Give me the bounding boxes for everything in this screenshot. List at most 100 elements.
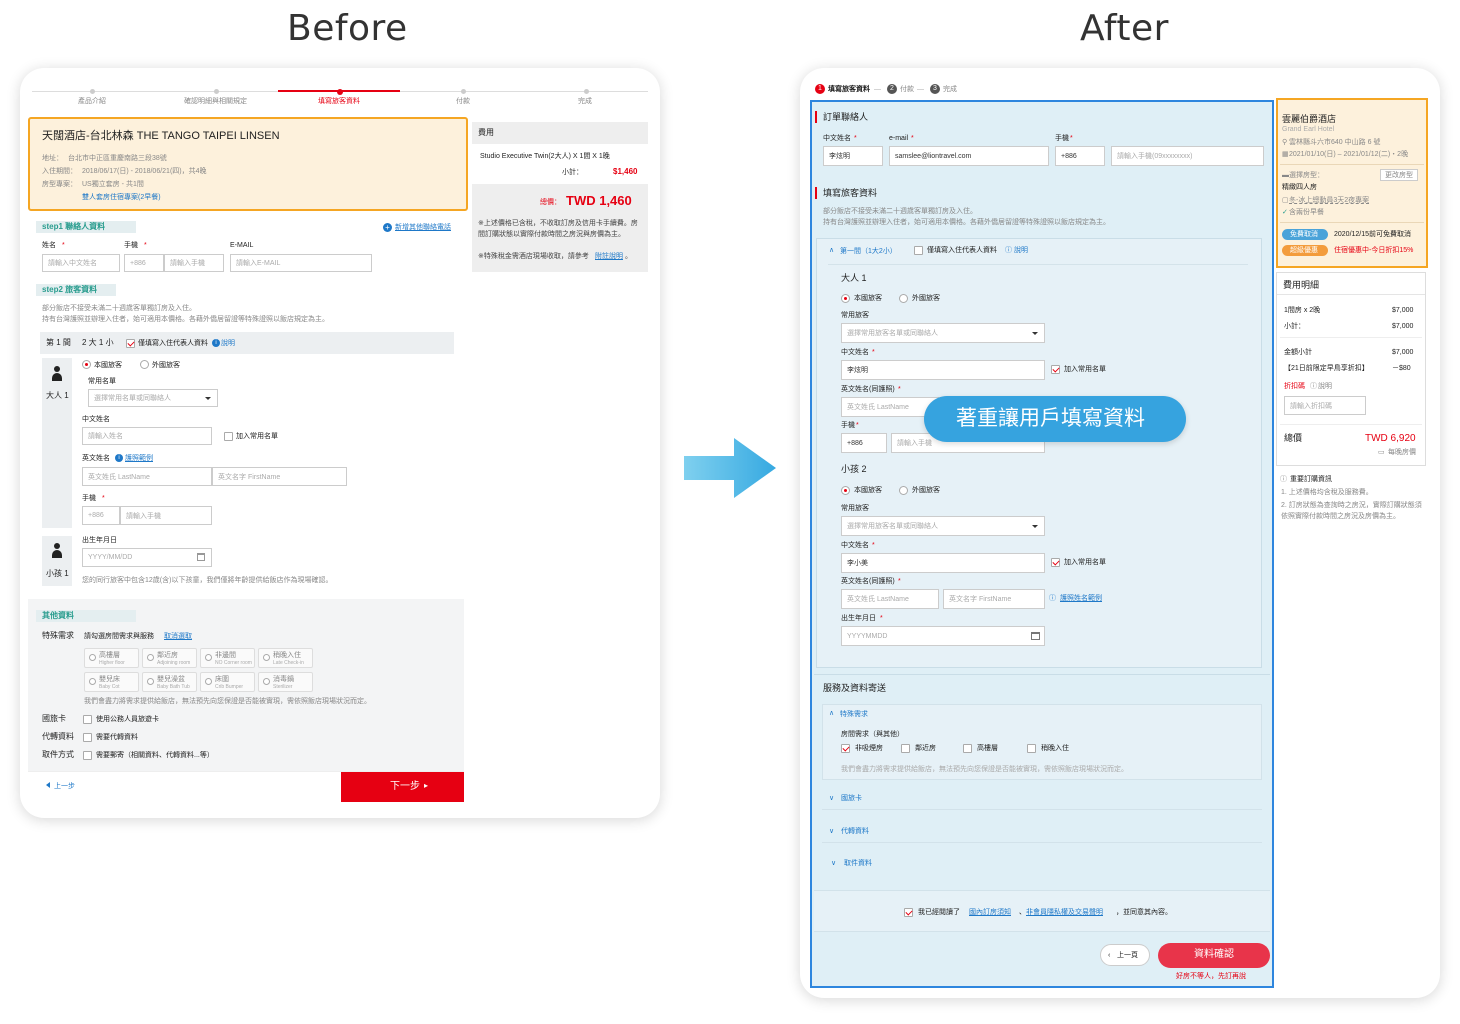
calendar-icon[interactable]	[197, 553, 205, 561]
after-adult-local-radio[interactable]	[841, 294, 850, 303]
special-option-tag[interactable]: 高樓層 Higher floor	[84, 648, 139, 668]
common-list-select[interactable]: 選擇常用名單或同聯絡人	[88, 389, 218, 407]
card-expand-icon[interactable]: ∨	[829, 795, 834, 802]
rep-explain-link[interactable]: 說明	[221, 340, 235, 347]
booking-notice-link[interactable]: 國內訂房須知	[969, 909, 1011, 916]
special-option-tag[interactable]: 嬰兒床 Baby Cot	[84, 672, 139, 692]
foreign-radio[interactable]	[140, 360, 149, 369]
special-option-radio[interactable]	[89, 654, 96, 661]
after-adult-common-select[interactable]: 選擇常用旅客名單或同聯絡人	[841, 323, 1045, 343]
step-pay[interactable]: 付款	[456, 98, 470, 105]
contact-code-input[interactable]: +886	[1055, 146, 1105, 166]
contact-phone-code[interactable]: +886	[124, 254, 164, 272]
special-option-radio[interactable]	[205, 654, 212, 661]
after-child-common-select[interactable]: 選擇常用旅客名單或同聯絡人	[841, 516, 1045, 536]
step-traveler[interactable]: 填寫旅客資料	[318, 98, 360, 105]
adult-phone-code[interactable]: +886	[82, 506, 120, 525]
info-icon[interactable]: i	[212, 339, 220, 347]
card-section[interactable]: 國旅卡	[841, 795, 862, 802]
room-collapse-icon[interactable]: ∧	[829, 247, 834, 254]
after-child-lastname-input[interactable]: 英文姓氏 LastName	[841, 589, 939, 609]
add-common-checkbox[interactable]	[224, 432, 233, 441]
focus-badge-text: 著重讓用戶填寫資料	[956, 406, 1145, 430]
special-option-radio[interactable]	[147, 678, 154, 685]
after-child-birth-input[interactable]: YYYYMMDD	[841, 626, 1045, 646]
after-step-pay[interactable]: 付款	[900, 86, 914, 93]
pickup-checkbox[interactable]	[83, 751, 92, 760]
after-child-foreign-radio[interactable]	[899, 486, 908, 495]
add-contact-phone-link[interactable]: 新增其他聯絡電話	[395, 224, 451, 231]
after-adult-foreign-radio[interactable]	[899, 294, 908, 303]
agree-checkbox[interactable]	[904, 908, 913, 917]
contact-name-input[interactable]: 請輸入中文姓名	[42, 254, 120, 272]
after-step-done[interactable]: 完成	[943, 86, 957, 93]
special-collapse-icon[interactable]: ∧	[829, 710, 834, 717]
adult-cn-name-input[interactable]: 請輸入姓名	[82, 427, 212, 445]
info-icon[interactable]: i	[115, 454, 123, 462]
pickup-section[interactable]: 取件資料	[844, 860, 872, 867]
promo-input[interactable]: 請輸入折扣碼	[1284, 396, 1366, 415]
privacy-link[interactable]: 非會員隱私權及交易聲明	[1026, 909, 1103, 916]
agent-expand-icon[interactable]: ∨	[829, 828, 834, 835]
special-title[interactable]: 特殊需求	[840, 711, 868, 718]
passport-name-example-link[interactable]: 護照姓名範例	[1060, 595, 1102, 602]
adult-phone-input[interactable]: 請輸入手機	[120, 506, 212, 525]
service-option-checkbox[interactable]	[841, 744, 850, 753]
after-rep-checkbox[interactable]	[914, 246, 923, 255]
after-adult-cn-input[interactable]: 李炫明	[841, 360, 1045, 380]
rep-only-checkbox[interactable]	[126, 339, 135, 348]
service-option-checkbox[interactable]	[901, 744, 910, 753]
prev-step-link[interactable]: 上一步	[54, 783, 75, 790]
plan-link[interactable]: 雙人套房住宿專案(2早餐)	[82, 194, 161, 201]
rep-explain-link[interactable]: 說明	[1014, 247, 1028, 254]
promo-explain-link[interactable]: 說明	[1318, 383, 1332, 390]
special-option-radio[interactable]	[263, 654, 270, 661]
adult-lastname-input[interactable]: 英文姓氏 LastName	[82, 467, 212, 486]
child-birth-input[interactable]: YYYY/MM/DD	[82, 548, 212, 567]
passport-example-link[interactable]: 護照範例	[125, 455, 153, 462]
contact-email-input[interactable]: samslee@liontravel.com	[889, 146, 1049, 166]
special-option-tag[interactable]: 鄰近房 Adjoining room	[142, 648, 197, 668]
contact-phone-input[interactable]: 請輸入手機	[164, 254, 224, 272]
promo-info-icon[interactable]: ⓘ	[1310, 383, 1317, 390]
special-option-radio[interactable]	[205, 678, 212, 685]
add-circle-icon[interactable]: +	[383, 223, 392, 232]
after-adult-add-common-checkbox[interactable]	[1051, 365, 1060, 374]
pickup-expand-icon[interactable]: ∨	[831, 860, 836, 867]
contact-phone-input[interactable]: 請輸入手機(09xxxxxxxx)	[1111, 146, 1264, 166]
after-child-local-radio[interactable]	[841, 486, 850, 495]
tax-note-link[interactable]: 附註說明	[595, 253, 623, 260]
step-product[interactable]: 產品介紹	[78, 98, 106, 105]
after-child-add-common-checkbox[interactable]	[1051, 558, 1060, 567]
special-option-tag[interactable]: 床圍 Crib Bumper	[200, 672, 255, 692]
special-option-tag[interactable]: 非邊間 NO Corner room	[200, 648, 255, 668]
card-checkbox[interactable]	[83, 715, 92, 724]
cancel-selection-link[interactable]: 取消選取	[164, 633, 192, 640]
special-option-tag[interactable]: 嬰兒澡盆 Baby Bath Tub	[142, 672, 197, 692]
service-option-checkbox[interactable]	[1027, 744, 1036, 753]
rep-info-icon[interactable]: ⓘ	[1005, 247, 1012, 254]
agent-checkbox[interactable]	[83, 733, 92, 742]
step-confirm[interactable]: 確認明細與相關規定	[184, 98, 247, 105]
agent-section[interactable]: 代轉資料	[841, 828, 869, 835]
local-radio[interactable]	[82, 360, 91, 369]
after-child-firstname-input[interactable]: 英文名字 FirstName	[943, 589, 1045, 609]
name-info-icon[interactable]: ⓘ	[1049, 595, 1056, 602]
adult-firstname-input[interactable]: 英文名字 FirstName	[212, 467, 347, 486]
contact-cn-input[interactable]: 李炫明	[823, 146, 883, 166]
special-option-radio[interactable]	[147, 654, 154, 661]
after-adult-code-input[interactable]: +886	[841, 433, 887, 453]
special-option-tag[interactable]: 消毒鍋 Sterilizer	[258, 672, 313, 692]
special-option-radio[interactable]	[263, 678, 270, 685]
step-done[interactable]: 完成	[578, 98, 592, 105]
per-night-link[interactable]: 每晚房價	[1388, 449, 1416, 456]
special-option-radio[interactable]	[89, 678, 96, 685]
calendar-icon[interactable]	[1031, 632, 1040, 640]
after-step-fill[interactable]: 填寫旅客資料	[828, 86, 870, 93]
room-title[interactable]: 第一間（1大2小）	[840, 248, 897, 255]
back-arrow-icon[interactable]	[43, 782, 50, 788]
special-option-tag[interactable]: 稍晚入住 Late Check-in	[258, 648, 313, 668]
service-option-checkbox[interactable]	[963, 744, 972, 753]
contact-email-input[interactable]: 請輸入E-MAIL	[230, 254, 372, 272]
after-child-cn-input[interactable]: 李小美	[841, 553, 1045, 573]
